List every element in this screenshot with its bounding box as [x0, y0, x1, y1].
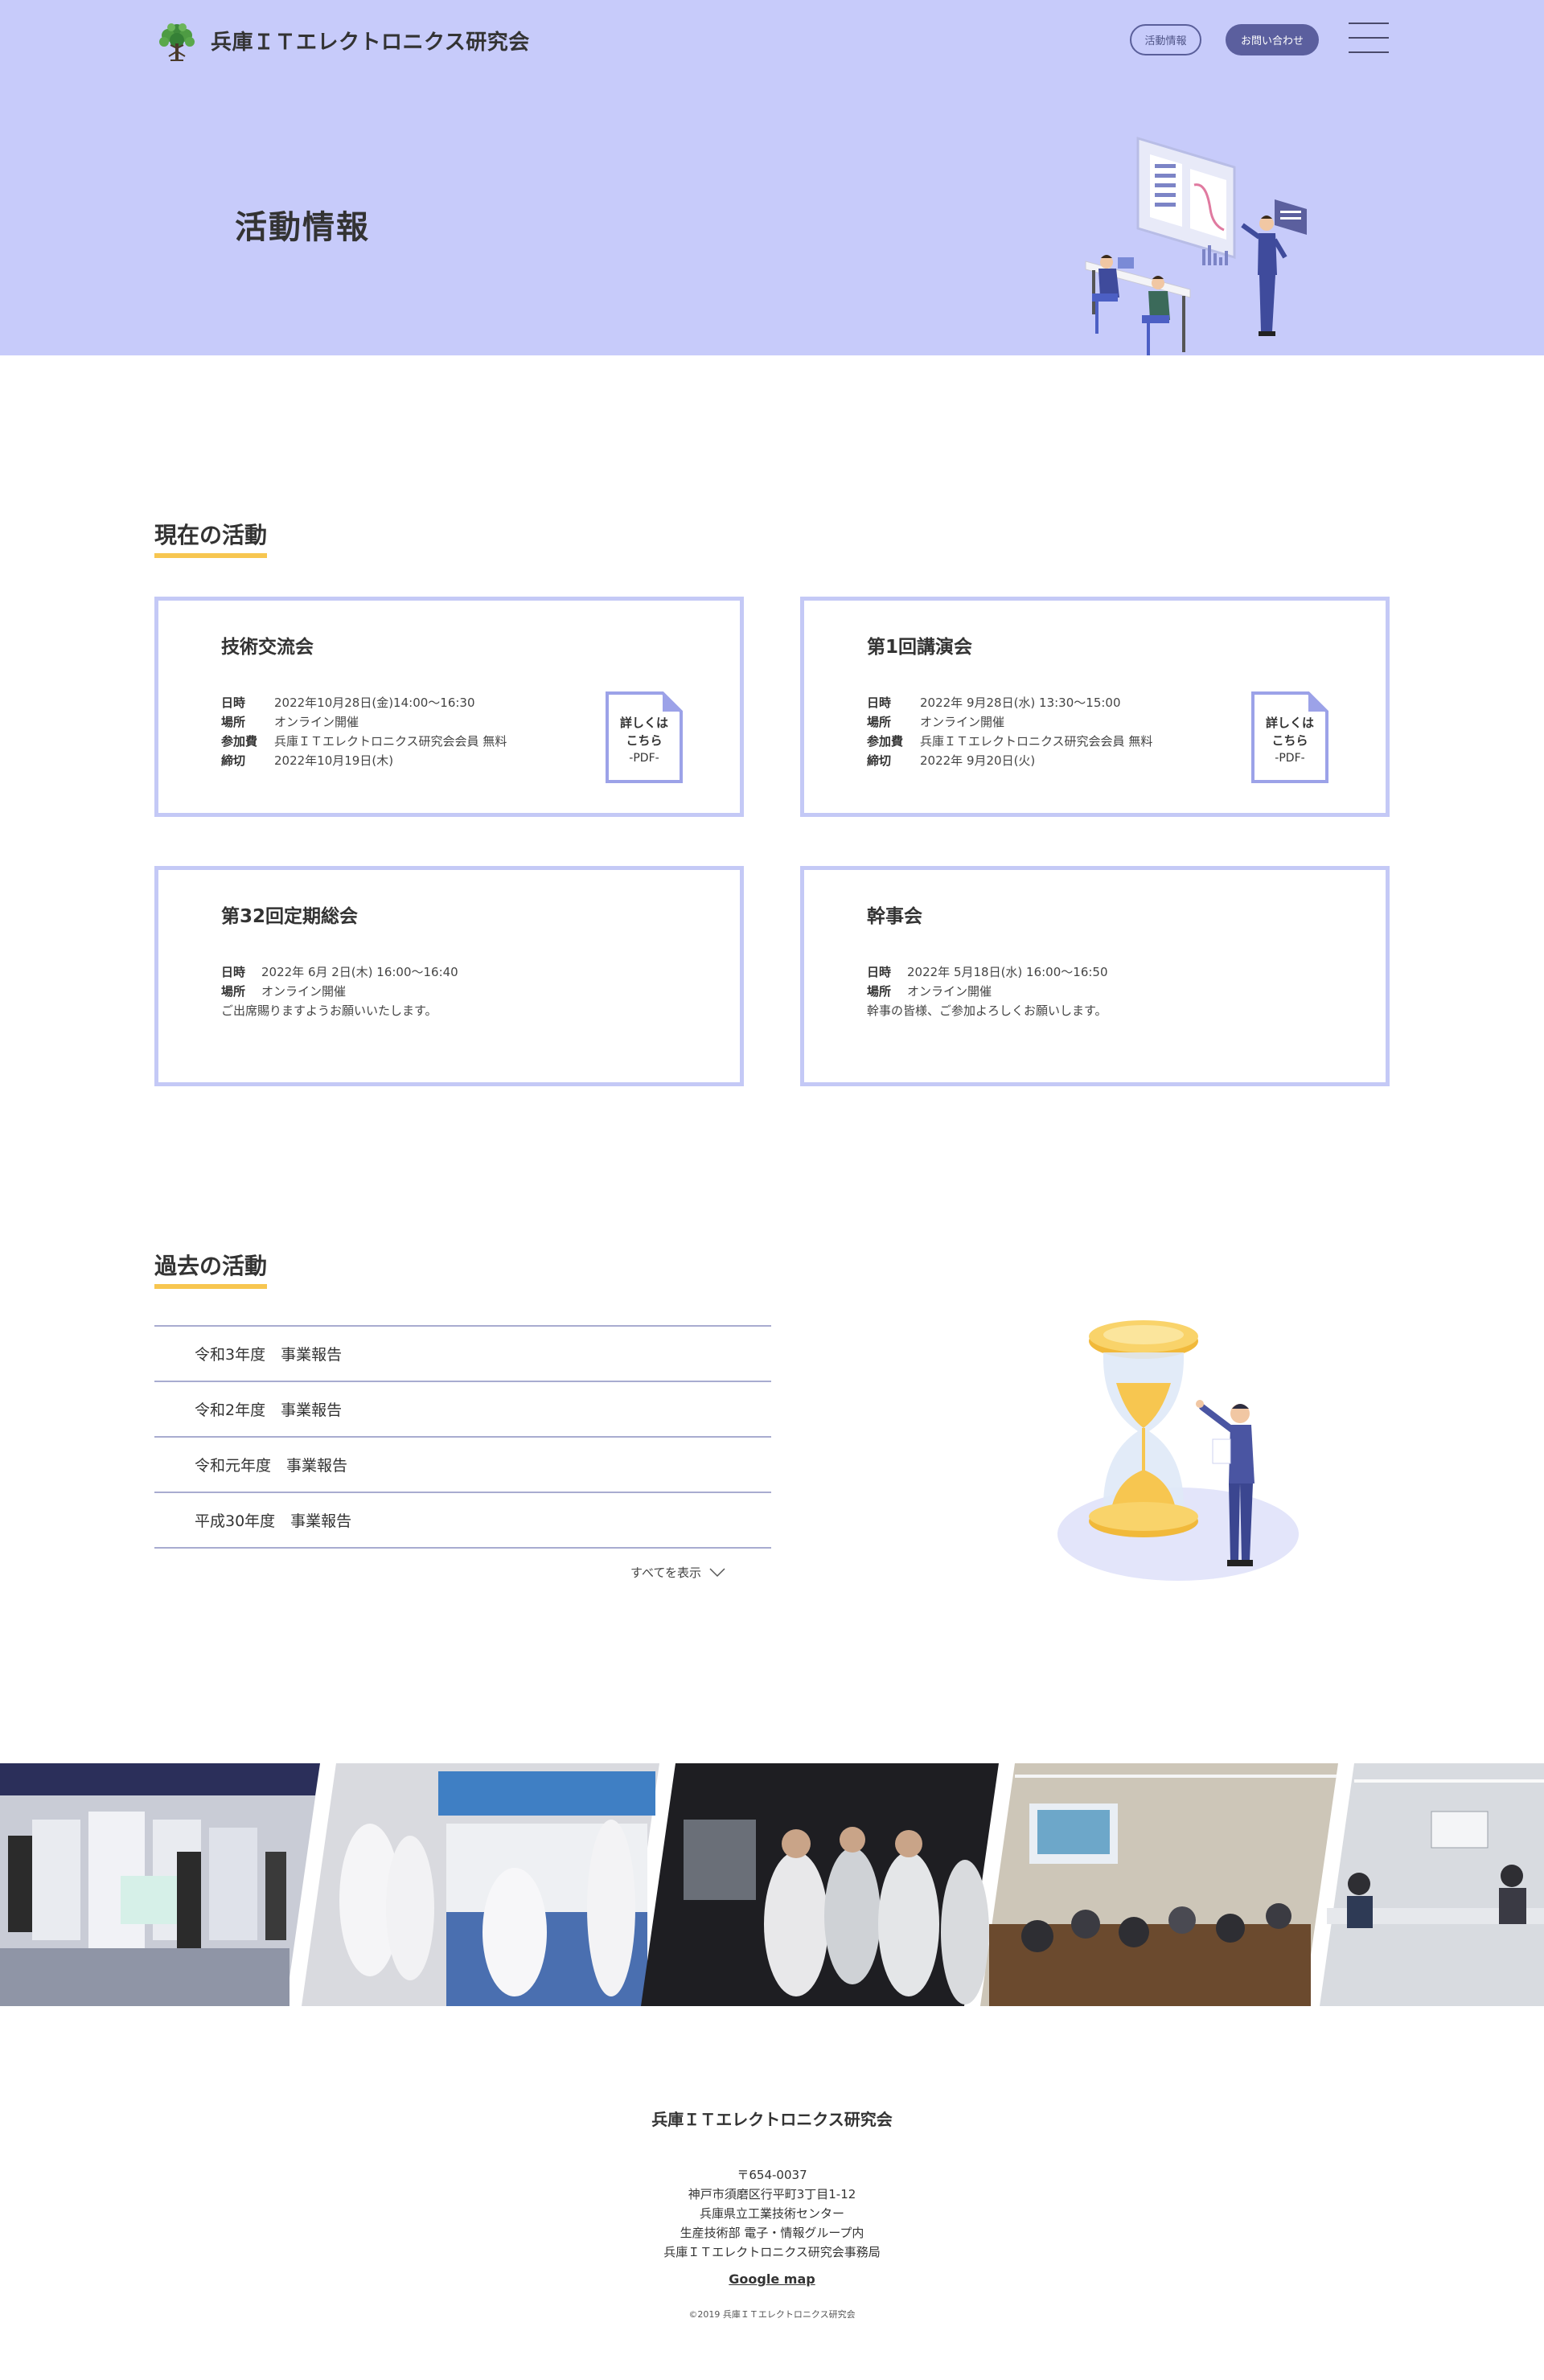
activity-card: 幹事会 日時 2022年 5月18日(水) 16:00〜16:50 場所 オンライン… — [800, 866, 1390, 1086]
nav-activity-button[interactable]: 活動情報 — [1130, 24, 1201, 55]
deadline-label: 締切 — [221, 753, 246, 768]
menu-icon[interactable] — [1349, 23, 1389, 53]
date-value: 2022年 6月 2日(木) 16:00〜16:40 — [261, 965, 458, 979]
google-map-link[interactable]: Google map — [729, 2271, 815, 2287]
nav-contact-button[interactable]: お問い合わせ — [1226, 24, 1319, 55]
deadline-label: 締切 — [867, 753, 892, 768]
pdf-details-link[interactable]: 詳しくは こちら -PDF- — [605, 691, 684, 784]
card-details: 日時 2022年10月28日(金)14:00〜16:30 場所 オンライン開催 参加… — [221, 693, 507, 770]
pdf-details-link[interactable]: 詳しくは こちら -PDF- — [1250, 691, 1329, 784]
logo-text: 兵庫ＩＴエレクトロニクス研究会 — [211, 30, 530, 55]
footer-address: 〒654-0037 神戸市須磨区行平町3丁目1-12 兵庫県立工業技術センター … — [0, 2165, 1544, 2262]
card-title: 幹事会 — [867, 906, 922, 927]
deadline-value: 2022年 9月20日(火) — [920, 753, 1036, 768]
list-item[interactable]: 令和元年度 事業報告 — [154, 1438, 771, 1493]
fee-value: 兵庫ＩＴエレクトロニクス研究会会員 無料 — [274, 734, 507, 749]
activity-photo-strip — [0, 1763, 1544, 2006]
copyright: ©2019 兵庫ＩＴエレクトロニクス研究会 — [688, 2309, 856, 2320]
page-title: 活動情報 — [235, 209, 370, 246]
pdf-line-2: こちら — [1271, 733, 1308, 748]
fee-label: 参加費 — [221, 734, 258, 749]
card-note: 幹事の皆様、ご参加よろしくお願いします。 — [867, 1003, 1107, 1018]
pdf-line-1: 詳しくは — [619, 716, 668, 730]
chevron-down-icon — [709, 1567, 725, 1577]
past-report-list: 令和3年度 事業報告 令和2年度 事業報告 令和元年度 事業報告 平成30年度 … — [154, 1325, 771, 1549]
date-value: 2022年 9月28日(水) 13:30〜15:00 — [920, 696, 1121, 710]
site-logo[interactable]: 兵庫ＩＴエレクトロニクス研究会 — [153, 16, 530, 64]
address-line: 兵庫県立工業技術センター — [699, 2206, 844, 2221]
hourglass-illustration — [1057, 1320, 1299, 1581]
list-item[interactable]: 令和2年度 事業報告 — [154, 1382, 771, 1438]
place-label: 場所 — [221, 715, 246, 729]
date-value: 2022年 5月18日(水) 16:00〜16:50 — [907, 965, 1108, 979]
show-all-label: すべてを表示 — [630, 1565, 702, 1580]
activity-photo — [641, 1763, 999, 2006]
activity-photo — [980, 1763, 1338, 2006]
hero-banner: 兵庫ＩＴエレクトロニクス研究会 活動情報 お問い合わせ 活動情報 — [0, 0, 1544, 355]
activity-photo — [0, 1763, 320, 2006]
list-item[interactable]: 令和3年度 事業報告 — [154, 1327, 771, 1382]
activity-card: 第1回講演会 日時 2022年 9月28日(水) 13:30〜15:00 場所 オン… — [800, 597, 1390, 817]
office-illustration — [1085, 137, 1307, 355]
pdf-line-3: -PDF- — [1275, 752, 1305, 765]
place-label: 場所 — [867, 984, 892, 999]
date-label: 日時 — [867, 696, 892, 710]
deadline-value: 2022年10月19日(木) — [274, 753, 394, 768]
address-line: 神戸市須磨区行平町3丁目1-12 — [688, 2187, 856, 2202]
site-footer: 兵庫ＩＴエレクトロニクス研究会 〒654-0037 神戸市須磨区行平町3丁目1-… — [0, 2107, 1544, 2320]
list-item[interactable]: 平成30年度 事業報告 — [154, 1493, 771, 1549]
date-label: 日時 — [221, 965, 246, 979]
current-activities-heading: 現在の活動 — [154, 518, 268, 558]
date-label: 日時 — [867, 965, 892, 979]
place-value: オンライン開催 — [920, 715, 1005, 729]
place-value: オンライン開催 — [274, 715, 359, 729]
postal-code: 〒654-0037 — [737, 2168, 807, 2182]
pdf-line-3: -PDF- — [629, 752, 659, 765]
card-details: 日時 2022年 6月 2日(木) 16:00〜16:40 場所 オンライン開催 ご… — [221, 962, 458, 1020]
date-value: 2022年10月28日(金)14:00〜16:30 — [274, 696, 475, 710]
place-label: 場所 — [867, 715, 892, 729]
activity-photo — [302, 1763, 659, 2006]
activity-card: 第32回定期総会 日時 2022年 6月 2日(木) 16:00〜16:40 場所… — [154, 866, 744, 1086]
place-label: 場所 — [221, 984, 246, 999]
tree-logo-icon — [159, 23, 195, 61]
past-activities-heading: 過去の活動 — [154, 1249, 268, 1289]
activity-card: 技術交流会 日時 2022年10月28日(金)14:00〜16:30 場所 オンライ… — [154, 597, 744, 817]
fee-label: 参加費 — [867, 734, 904, 749]
card-note: ご出席賜りますようお願いいたします。 — [221, 1003, 437, 1018]
card-title: 第32回定期総会 — [221, 906, 359, 927]
card-title: 技術交流会 — [221, 637, 314, 658]
card-details: 日時 2022年 5月18日(水) 16:00〜16:50 場所 オンライン開催 幹… — [867, 962, 1108, 1020]
pdf-line-2: こちら — [626, 733, 663, 748]
address-line: 兵庫ＩＴエレクトロニクス研究会事務局 — [663, 2245, 881, 2259]
pdf-line-1: 詳しくは — [1265, 716, 1314, 730]
date-label: 日時 — [221, 696, 246, 710]
show-all-button[interactable]: すべてを表示 — [630, 1564, 725, 1581]
card-title: 第1回講演会 — [867, 637, 973, 658]
fee-value: 兵庫ＩＴエレクトロニクス研究会会員 無料 — [920, 734, 1153, 749]
address-line: 生産技術部 電子・情報グループ内 — [680, 2226, 864, 2240]
activity-photo — [1320, 1763, 1544, 2006]
place-value: オンライン開催 — [907, 984, 992, 999]
footer-org-name: 兵庫ＩＴエレクトロニクス研究会 — [651, 2110, 893, 2129]
place-value: オンライン開催 — [261, 984, 347, 999]
card-details: 日時 2022年 9月28日(水) 13:30〜15:00 場所 オンライン開催 参… — [867, 693, 1152, 770]
